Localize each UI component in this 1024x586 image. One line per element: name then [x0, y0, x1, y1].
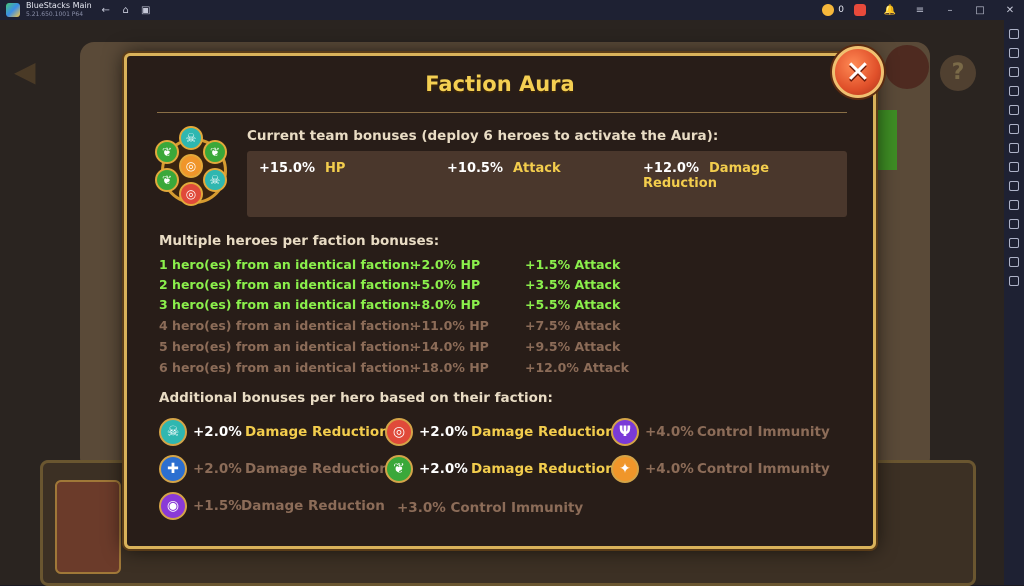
- close-icon: ✕: [845, 54, 871, 90]
- trident-faction-icon: Ψ: [611, 418, 639, 446]
- close-dialog-button[interactable]: ✕: [832, 46, 884, 98]
- coin-icon[interactable]: [822, 4, 835, 16]
- faction-aura-emblem-icon: ☠ ❦ ❦ ❦ ☠ ◎ ◎: [151, 126, 231, 212]
- title-divider: [157, 112, 847, 113]
- flame-faction-icon: ✦: [611, 455, 639, 483]
- dialog-title: Faction Aura: [425, 72, 575, 96]
- faction-bonuses-label: Additional bonuses per hero based on the…: [159, 390, 553, 406]
- notification-icon[interactable]: 🔔: [884, 4, 896, 16]
- menu-icon[interactable]: ≡: [914, 4, 926, 16]
- current-bonus-damage-reduction: +12.0% Damage Reduction: [643, 161, 770, 191]
- hero-card[interactable]: [55, 480, 121, 574]
- cross-faction-icon: ✚: [159, 455, 187, 483]
- app-title: BlueStacks Main 5.21.650.1001 P64: [26, 1, 92, 19]
- right-sidebar: [1004, 20, 1024, 585]
- bluestacks-logo-icon: [6, 3, 20, 17]
- airplane-icon[interactable]: [1009, 200, 1019, 210]
- back-arrow-icon[interactable]: ◀: [14, 55, 54, 88]
- shake-icon[interactable]: [1009, 219, 1019, 229]
- volume-icon[interactable]: [1009, 48, 1019, 58]
- rotate-icon[interactable]: [1009, 238, 1019, 248]
- record-icon[interactable]: [1009, 162, 1019, 172]
- coin-count: 0: [838, 5, 844, 15]
- video-icon[interactable]: [1009, 67, 1019, 77]
- macro-icon[interactable]: [1009, 276, 1019, 286]
- folder-icon[interactable]: [1009, 181, 1019, 191]
- back-icon[interactable]: ←: [100, 4, 112, 16]
- background-green-button: [875, 110, 897, 170]
- close-window-icon[interactable]: ✕: [1004, 4, 1016, 16]
- fullscreen-icon[interactable]: [1009, 29, 1019, 39]
- title-bar: BlueStacks Main 5.21.650.1001 P64 ← ⌂ ▣ …: [0, 0, 1024, 20]
- current-bonus-hp: +15.0% HP: [259, 161, 346, 176]
- window-title: BlueStacks Main: [26, 1, 92, 10]
- profile-icon[interactable]: [854, 4, 866, 16]
- apk-icon[interactable]: [1009, 124, 1019, 134]
- maximize-icon[interactable]: □: [974, 4, 986, 16]
- multi-heroes-label: Multiple heroes per faction bonuses:: [159, 233, 440, 249]
- faction-aura-dialog: Faction Aura ☠ ❦ ❦ ❦ ☠ ◎ ◎ Current team …: [124, 53, 876, 549]
- leaf-faction-icon: ❦: [385, 455, 413, 483]
- screenshot-icon[interactable]: [1009, 143, 1019, 153]
- minimize-icon[interactable]: –: [944, 4, 956, 16]
- window-version: 5.21.650.1001 P64: [26, 11, 84, 18]
- swirl-faction-icon: ◎: [385, 418, 413, 446]
- orb-faction-icon: ◉: [159, 492, 187, 520]
- gamepad-icon[interactable]: [1009, 105, 1019, 115]
- current-bonuses-label: Current team bonuses (deploy 6 heroes to…: [247, 128, 719, 144]
- home-icon[interactable]: ⌂: [120, 4, 132, 16]
- skull-faction-icon: ☠: [159, 418, 187, 446]
- current-bonuses-box: +15.0% HP +10.5% Attack +12.0% Damage Reduc…: [247, 151, 847, 217]
- layers-icon[interactable]: [1009, 257, 1019, 267]
- keyboard-icon[interactable]: [1009, 86, 1019, 96]
- current-bonus-attack: +10.5% Attack: [447, 161, 561, 176]
- recent-apps-icon[interactable]: ▣: [140, 4, 152, 16]
- background-close-icon: [885, 45, 929, 89]
- faction-bonus-orb-extra: +3.0% Control Immunity: [397, 500, 584, 516]
- help-icon[interactable]: ?: [940, 55, 976, 91]
